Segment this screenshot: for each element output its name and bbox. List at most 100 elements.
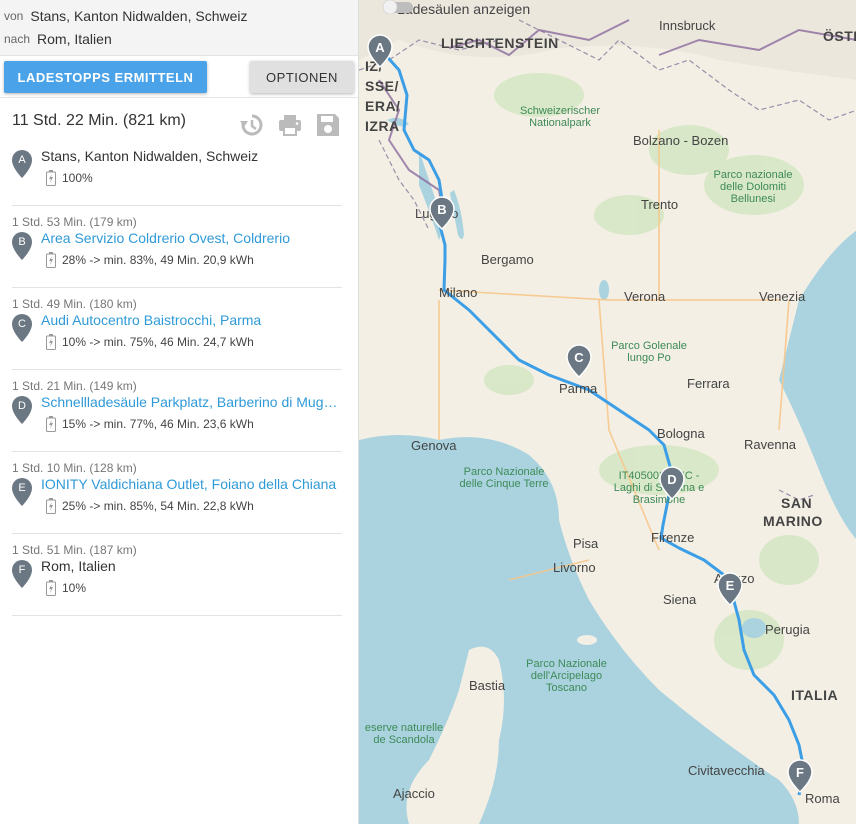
country-label: SSE/	[365, 78, 399, 94]
stop-name: Rom, Italien	[41, 558, 116, 574]
map-pin-letter: F	[796, 765, 804, 780]
battery-icon	[46, 334, 56, 350]
route-fields: von Stans, Kanton Nidwalden, Schweiz nac…	[0, 0, 358, 56]
map-pin-letter: A	[375, 40, 385, 55]
city-label: Bolzano - Bozen	[633, 133, 729, 148]
city-label: Ravenna	[744, 437, 797, 452]
stop-item-c[interactable]: 1 Std. 49 Min. (180 km) C Audi Autocentr…	[12, 288, 342, 370]
city-label: Pisa	[573, 536, 599, 551]
city-label: Livorno	[553, 560, 596, 575]
to-row[interactable]: nach Rom, Italien	[4, 27, 358, 50]
park-label: eserve naturelle de Scandola	[364, 722, 444, 746]
stop-letter: F	[18, 564, 26, 576]
map-pin-e[interactable]: E	[717, 572, 743, 606]
stop-letter: A	[18, 154, 26, 166]
battery-icon	[46, 170, 56, 186]
city-label: Venezia	[759, 289, 806, 304]
park-label: Parco Nazionale dell'Arcipelago Toscano	[526, 658, 607, 694]
city-label: Bergamo	[481, 252, 534, 267]
stop-name[interactable]: Schnellladesäule Parkplatz, Barberino di…	[41, 394, 341, 410]
country-label: ITALIA	[791, 687, 839, 703]
city-label: Verona	[624, 289, 666, 304]
city-label: Ajaccio	[393, 786, 435, 801]
leg-duration: 1 Std. 49 Min. (180 km)	[12, 297, 137, 311]
country-label: LIECHTENSTEIN	[441, 35, 559, 51]
park-label: Parco Nazionale delle Cinque Terre	[459, 466, 549, 490]
map-pin-f[interactable]: F	[787, 759, 813, 793]
find-charging-stops-button[interactable]: LADESTOPPS ERMITTELN	[4, 61, 207, 93]
map-canvas[interactable]	[359, 0, 856, 824]
charge-text: 28% -> min. 83%, 49 Min. 20,9 kWh	[62, 253, 254, 267]
country-label: ERA/	[365, 98, 401, 114]
stop-charge: 28% -> min. 83%, 49 Min. 20,9 kWh	[46, 252, 254, 268]
charge-text: 100%	[62, 171, 93, 185]
action-bar: LADESTOPPS ERMITTELN OPTIONEN	[0, 56, 358, 98]
map-pin-letter: B	[437, 202, 447, 217]
stop-charge: 25% -> min. 85%, 54 Min. 22,8 kWh	[46, 498, 254, 514]
to-input[interactable]: Rom, Italien	[37, 31, 112, 47]
stop-letter: C	[18, 318, 26, 330]
toggle-switch-icon[interactable]	[379, 0, 417, 14]
charging-stations-toggle[interactable]: Ladesäulen anzeigen	[379, 0, 530, 18]
country-label: IZRA	[365, 118, 400, 134]
map-view[interactable]: Ladesäulen anzeigen LIECHTENSTEIN ÖSTE S…	[358, 0, 856, 824]
country-label: MARINO	[763, 513, 823, 529]
city-label: Bologna	[657, 426, 705, 441]
park-label: Parco nazionale delle Dolomiti Bellunesi	[713, 169, 793, 205]
from-row[interactable]: von Stans, Kanton Nidwalden, Schweiz	[4, 4, 358, 27]
stop-letter: D	[18, 400, 26, 412]
battery-icon	[46, 416, 56, 432]
map-pin-b[interactable]: B	[429, 196, 455, 230]
options-button[interactable]: OPTIONEN	[250, 61, 354, 93]
park-label: Parco Golenale lungo Po	[611, 340, 687, 364]
stop-name[interactable]: Audi Autocentro Baistrocchi, Parma	[41, 312, 341, 328]
stop-charge: 10%	[46, 580, 86, 596]
stop-charge: 10% -> min. 75%, 46 Min. 24,7 kWh	[46, 334, 254, 350]
stop-name[interactable]: IONITY Valdichiana Outlet, Foiano della …	[41, 476, 341, 492]
from-label: von	[4, 8, 24, 23]
stop-name: Stans, Kanton Nidwalden, Schweiz	[41, 148, 259, 164]
city-label: Innsbruck	[659, 18, 716, 33]
route-summary: 11 Std. 22 Min. (821 km)	[0, 98, 358, 146]
battery-icon	[46, 498, 56, 514]
stop-item-b[interactable]: 1 Std. 53 Min. (179 km) B Area Servizio …	[12, 206, 342, 288]
print-icon[interactable]	[277, 112, 303, 138]
leg-duration: 1 Std. 51 Min. (187 km)	[12, 543, 137, 557]
stop-charge: 15% -> min. 77%, 46 Min. 23,6 kWh	[46, 416, 254, 432]
battery-icon	[46, 252, 56, 268]
route-total: 11 Std. 22 Min. (821 km)	[12, 112, 186, 129]
city-label: Civitavecchia	[688, 763, 765, 778]
stop-item-e[interactable]: 1 Std. 10 Min. (128 km) E IONITY Valdich…	[12, 452, 342, 534]
city-label: Perugia	[765, 622, 810, 637]
charge-text: 25% -> min. 85%, 54 Min. 22,8 kWh	[62, 499, 254, 513]
map-pin-a[interactable]: A	[367, 34, 393, 68]
map-pin-letter: D	[667, 472, 677, 487]
city-label: Firenze	[651, 530, 695, 545]
history-icon[interactable]	[239, 112, 265, 138]
map-pin-d[interactable]: D	[659, 466, 685, 500]
stop-item-d[interactable]: 1 Std. 21 Min. (149 km) D Schnellladesäu…	[12, 370, 342, 452]
stop-name[interactable]: Area Servizio Coldrerio Ovest, Coldrerio	[41, 230, 341, 246]
stop-charge: 100%	[46, 170, 93, 186]
city-label: Milano	[439, 285, 478, 300]
leg-duration: 1 Std. 21 Min. (149 km)	[12, 379, 137, 393]
route-panel: von Stans, Kanton Nidwalden, Schweiz nac…	[0, 0, 358, 824]
park-label: Schweizerischer Nationalpark	[519, 105, 601, 129]
save-icon[interactable]	[315, 112, 341, 138]
from-input[interactable]: Stans, Kanton Nidwalden, Schweiz	[30, 8, 247, 24]
city-label: Roma	[805, 791, 840, 806]
charge-text: 10%	[62, 581, 87, 595]
leg-duration: 1 Std. 10 Min. (128 km)	[12, 461, 137, 475]
city-label: Parma	[559, 381, 598, 396]
charge-text: 15% -> min. 77%, 46 Min. 23,6 kWh	[62, 417, 254, 431]
map-pin-letter: C	[574, 350, 584, 365]
charge-text: 10% -> min. 75%, 46 Min. 24,7 kWh	[62, 335, 254, 349]
city-label: Genova	[411, 438, 457, 453]
stop-item-a[interactable]: A Stans, Kanton Nidwalden, Schweiz 100%	[12, 146, 342, 206]
charging-stops-list: A Stans, Kanton Nidwalden, Schweiz 100% …	[0, 146, 358, 616]
country-label: SAN	[781, 495, 813, 511]
map-pin-letter: E	[725, 578, 735, 593]
map-pin-c[interactable]: C	[566, 344, 592, 378]
stop-letter: E	[18, 482, 26, 494]
stop-item-f[interactable]: 1 Std. 51 Min. (187 km) F Rom, Italien 1…	[12, 534, 342, 616]
